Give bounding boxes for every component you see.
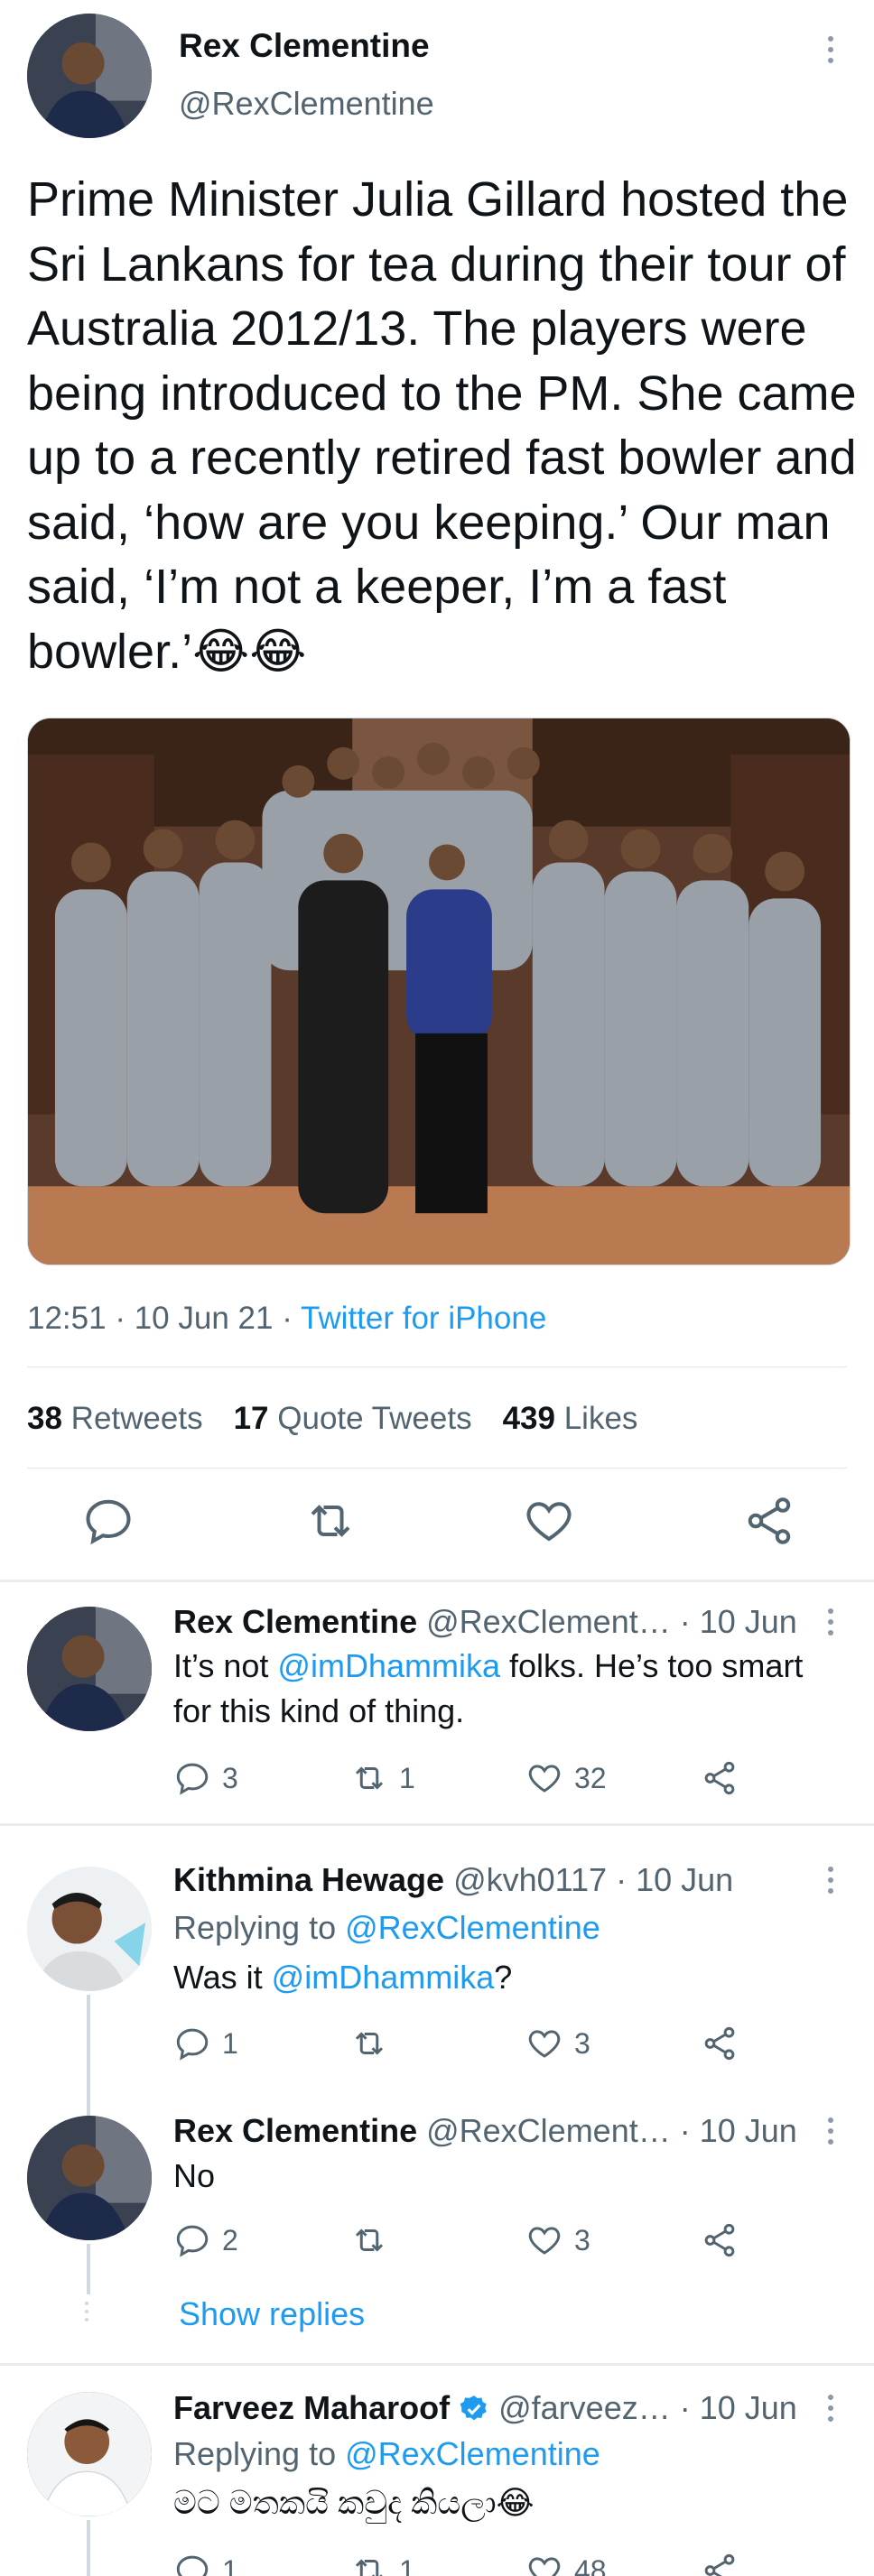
like-button[interactable]: 32	[525, 1758, 607, 1798]
reply-icon	[173, 1759, 211, 1797]
retweet-button[interactable]: 1	[350, 1758, 415, 1798]
reply-button[interactable]: 2	[173, 2220, 238, 2260]
author-handle[interactable]: @RexClementine	[179, 85, 434, 123]
retweet-icon	[350, 1759, 388, 1797]
verified-badge-icon	[460, 2395, 487, 2421]
reply-author-name[interactable]: Farveez Maharoof	[173, 2389, 450, 2426]
like-button[interactable]: 48	[525, 2551, 607, 2576]
reply-avatar[interactable]	[27, 2392, 152, 2516]
tweet-stats: 38 Retweets 17 Quote Tweets 439 Likes	[27, 1401, 637, 1437]
tweet-text: Prime Minister Julia Gillard hosted the …	[27, 172, 857, 679]
retweet-button[interactable]	[350, 2024, 399, 2063]
share-button[interactable]	[701, 1758, 739, 1798]
replying-to-link[interactable]: @RexClementine	[345, 1909, 600, 1946]
more-options-icon[interactable]	[825, 2395, 836, 2422]
mention-link[interactable]: @imDhammika	[277, 1647, 500, 1684]
reply-author-name[interactable]: Rex Clementine	[173, 2112, 417, 2149]
replying-to-line: Replying to @RexClementine	[173, 2435, 600, 2472]
more-options-icon[interactable]	[825, 1867, 836, 1894]
tweet-source[interactable]: Twitter for iPhone	[301, 1301, 546, 1336]
reply-actions: 1 3	[173, 2024, 751, 2063]
share-icon	[701, 2221, 739, 2259]
retweet-icon	[350, 2025, 388, 2062]
retweets-stat[interactable]: 38 Retweets	[27, 1401, 203, 1437]
reply-author-handle[interactable]: @RexClement…	[426, 1603, 671, 1640]
like-icon	[525, 1759, 563, 1797]
reply-author-handle[interactable]: @kvh0117	[453, 1861, 607, 1898]
reply-avatar[interactable]	[27, 1867, 152, 1991]
reply-date: · 10 Jun	[679, 2112, 797, 2149]
reply-actions: 3 1 32	[173, 1758, 751, 1798]
reply-button[interactable]: 1	[173, 2024, 238, 2063]
reply-actions: 2 3	[173, 2220, 751, 2260]
reply-avatar[interactable]	[27, 2116, 152, 2240]
reply-text: මට මතකයි කවුද කියලා😂	[173, 2484, 535, 2521]
retweet-icon[interactable]	[303, 1494, 358, 1548]
reply-actions: 1 1 48	[173, 2551, 751, 2576]
like-icon	[525, 2025, 563, 2062]
mention-link[interactable]: @imDhammika	[272, 1959, 495, 1996]
like-icon	[525, 2552, 563, 2576]
reply-button[interactable]: 3	[173, 1758, 238, 1798]
reply-avatar[interactable]	[27, 1607, 152, 1731]
reply-author-handle[interactable]: @RexClement…	[426, 2112, 671, 2149]
reply-author-name[interactable]: Rex Clementine	[173, 1603, 417, 1640]
reply-author-name[interactable]: Kithmina Hewage	[173, 1861, 444, 1898]
tweet-photo[interactable]	[27, 718, 851, 1265]
share-button[interactable]	[701, 2220, 739, 2260]
thread-line	[87, 2244, 90, 2294]
thread-dots	[85, 2302, 92, 2321]
reply-date: · 10 Jun	[679, 2389, 797, 2426]
more-options-icon[interactable]	[825, 1608, 836, 1635]
retweet-button[interactable]: 1	[350, 2551, 415, 2576]
reply-date: · 10 Jun	[616, 1861, 734, 1898]
reply-header: Rex Clementine @RexClement… · 10 Jun	[173, 2112, 797, 2150]
show-replies-link[interactable]: Show replies	[179, 2292, 847, 2337]
retweet-icon	[350, 2221, 388, 2259]
reply-date: · 10 Jun	[679, 1603, 797, 1640]
reply-header: Kithmina Hewage @kvh0117 · 10 Jun	[173, 1861, 733, 1899]
share-button[interactable]	[701, 2551, 739, 2576]
thread-line	[87, 2520, 90, 2576]
reply-author-handle[interactable]: @farveez…	[498, 2389, 671, 2426]
share-icon[interactable]	[742, 1494, 796, 1548]
tweet-date: 10 Jun 21	[134, 1301, 274, 1336]
reply-button[interactable]: 1	[173, 2551, 238, 2576]
share-icon	[701, 1759, 739, 1797]
tweet-time: 12:51	[27, 1301, 107, 1336]
author-name[interactable]: Rex Clementine	[179, 27, 430, 65]
like-icon[interactable]	[522, 1494, 576, 1548]
retweet-icon	[350, 2552, 388, 2576]
share-button[interactable]	[701, 2024, 739, 2063]
reply-header: Farveez Maharoof @farveez… · 10 Jun	[173, 2389, 797, 2427]
reply-text: It’s not @imDhammika folks. He’s too sma…	[173, 1647, 804, 1729]
like-button[interactable]: 3	[525, 2024, 590, 2063]
tweet-meta: 12:51 · 10 Jun 21 · Twitter for iPhone	[27, 1301, 547, 1336]
more-options-icon[interactable]	[825, 2117, 836, 2145]
share-icon	[701, 2025, 739, 2062]
like-icon	[525, 2221, 563, 2259]
reply-text: No	[173, 2157, 216, 2194]
share-icon	[701, 2552, 739, 2576]
reply-icon[interactable]	[81, 1494, 135, 1548]
more-options-icon[interactable]	[825, 36, 836, 63]
reply-icon	[173, 2025, 211, 2062]
reply-icon	[173, 2221, 211, 2259]
author-avatar[interactable]	[27, 14, 152, 138]
retweet-button[interactable]	[350, 2220, 399, 2260]
reply-icon	[173, 2552, 211, 2576]
quotes-stat[interactable]: 17 Quote Tweets	[234, 1401, 472, 1437]
replying-to-line: Replying to @RexClementine	[173, 1909, 600, 1946]
replying-to-link[interactable]: @RexClementine	[345, 2435, 600, 2472]
likes-stat[interactable]: 439 Likes	[503, 1401, 638, 1437]
like-button[interactable]: 3	[525, 2220, 590, 2260]
reply-text: Was it @imDhammika?	[173, 1959, 513, 1996]
reply-header: Rex Clementine @RexClement… · 10 Jun	[173, 1603, 797, 1641]
